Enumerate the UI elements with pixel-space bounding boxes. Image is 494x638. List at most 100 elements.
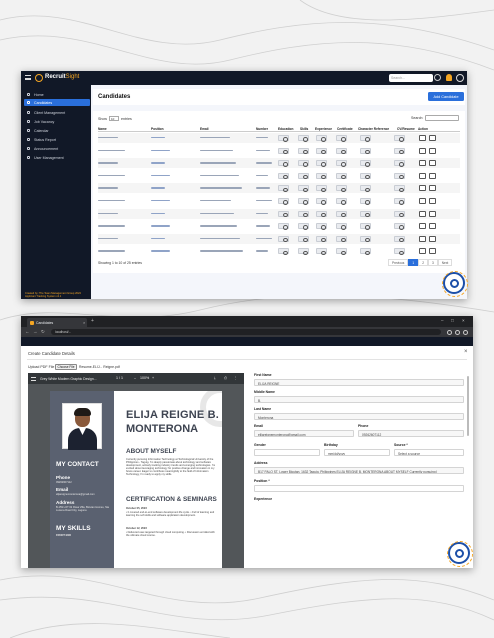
view-icon[interactable] bbox=[298, 223, 309, 230]
new-tab-icon[interactable]: + bbox=[91, 318, 94, 324]
view-icon[interactable] bbox=[278, 210, 289, 218]
edit-icon[interactable] bbox=[419, 147, 426, 154]
view-icon[interactable] bbox=[336, 172, 347, 180]
col-experience[interactable]: Experience bbox=[315, 127, 332, 131]
chat-badge-icon[interactable] bbox=[447, 541, 473, 567]
add-candidate-button[interactable]: Add Candidate bbox=[428, 92, 464, 101]
maximize-icon[interactable]: □ bbox=[451, 318, 454, 323]
zoom-out-icon[interactable]: – bbox=[134, 376, 136, 380]
edit-icon[interactable] bbox=[419, 172, 426, 179]
archive-icon[interactable] bbox=[429, 248, 436, 255]
middle-name-field[interactable]: B. bbox=[254, 396, 464, 403]
view-icon[interactable] bbox=[316, 210, 327, 218]
view-icon[interactable] bbox=[316, 248, 327, 256]
more-icon[interactable]: ⋮ bbox=[234, 376, 238, 380]
view-icon[interactable] bbox=[360, 185, 371, 193]
view-icon[interactable] bbox=[394, 235, 405, 243]
sidebar-item-job-vacancy[interactable]: Job Vacancy bbox=[24, 118, 90, 125]
view-icon[interactable] bbox=[336, 147, 347, 155]
edit-icon[interactable] bbox=[419, 185, 426, 192]
view-icon[interactable] bbox=[298, 235, 309, 243]
view-icon[interactable] bbox=[316, 198, 327, 205]
view-icon[interactable] bbox=[360, 172, 371, 180]
page-2[interactable]: 2 bbox=[418, 258, 428, 266]
view-icon[interactable] bbox=[278, 235, 289, 243]
view-icon[interactable] bbox=[298, 135, 309, 142]
view-icon[interactable] bbox=[394, 135, 405, 142]
archive-icon[interactable] bbox=[429, 147, 436, 154]
edit-icon[interactable] bbox=[419, 223, 426, 230]
col-number[interactable]: Number bbox=[256, 127, 268, 131]
col-action[interactable]: Action bbox=[418, 127, 428, 131]
view-icon[interactable] bbox=[394, 147, 405, 155]
view-icon[interactable] bbox=[316, 160, 327, 167]
edit-icon[interactable] bbox=[419, 235, 426, 242]
avatar[interactable] bbox=[456, 74, 464, 82]
col-cv-resume[interactable]: CV/Resume bbox=[397, 127, 415, 131]
phone-field[interactable]: 09262607112 bbox=[358, 430, 464, 437]
sidebar-item-home[interactable]: Home bbox=[24, 91, 90, 98]
reload-icon[interactable]: ↻ bbox=[41, 329, 45, 335]
page-1[interactable]: 1 bbox=[408, 258, 419, 266]
view-icon[interactable] bbox=[360, 147, 371, 155]
col-education[interactable]: Education bbox=[278, 127, 293, 131]
menu-icon[interactable] bbox=[25, 75, 31, 80]
view-icon[interactable] bbox=[336, 185, 347, 193]
archive-icon[interactable] bbox=[429, 172, 436, 179]
view-icon[interactable] bbox=[394, 210, 405, 218]
last-name-field[interactable]: Monterona bbox=[254, 413, 464, 420]
view-icon[interactable] bbox=[316, 135, 327, 142]
edit-icon[interactable] bbox=[419, 135, 426, 141]
close-icon[interactable]: × bbox=[464, 349, 468, 355]
gender-select[interactable] bbox=[254, 449, 320, 456]
page-3[interactable]: 3 bbox=[427, 258, 438, 266]
first-name-field[interactable]: ELIJA REIGNE bbox=[254, 379, 464, 386]
birthday-field[interactable]: mm/dd/yyyy bbox=[324, 449, 390, 456]
view-icon[interactable] bbox=[394, 185, 405, 193]
view-icon[interactable] bbox=[360, 210, 371, 218]
sidebar-item-announcement[interactable]: Announcement bbox=[24, 145, 90, 152]
view-icon[interactable] bbox=[298, 185, 309, 193]
archive-icon[interactable] bbox=[429, 235, 436, 242]
minimize-icon[interactable]: – bbox=[441, 318, 444, 323]
pdf-menu-icon[interactable] bbox=[31, 376, 36, 381]
col-certificate[interactable]: Certificate bbox=[337, 127, 353, 131]
sidebar-item-calendar[interactable]: Calendar bbox=[24, 127, 90, 134]
view-icon[interactable] bbox=[278, 147, 289, 155]
col-position[interactable]: Position bbox=[151, 127, 164, 131]
view-icon[interactable] bbox=[316, 172, 327, 180]
view-icon[interactable] bbox=[278, 185, 289, 193]
view-icon[interactable] bbox=[360, 223, 371, 230]
view-icon[interactable] bbox=[336, 135, 347, 142]
archive-icon[interactable] bbox=[429, 223, 436, 230]
edit-icon[interactable] bbox=[419, 160, 426, 167]
close-tab-icon[interactable]: × bbox=[83, 320, 85, 325]
view-icon[interactable] bbox=[336, 160, 347, 167]
profile-icon[interactable] bbox=[455, 329, 460, 335]
col-name[interactable]: Name bbox=[98, 127, 107, 131]
view-icon[interactable] bbox=[278, 248, 289, 256]
archive-icon[interactable] bbox=[429, 198, 436, 204]
view-icon[interactable] bbox=[336, 248, 347, 256]
view-icon[interactable] bbox=[278, 198, 289, 205]
view-icon[interactable] bbox=[394, 160, 405, 167]
sidebar-item-user-management[interactable]: User Management bbox=[24, 154, 90, 161]
choose-file-button[interactable]: Choose File bbox=[55, 364, 77, 370]
view-icon[interactable] bbox=[278, 223, 289, 230]
back-icon[interactable]: ← bbox=[25, 329, 30, 334]
page-previous[interactable]: Previous bbox=[388, 258, 409, 266]
view-icon[interactable] bbox=[298, 147, 309, 155]
view-icon[interactable] bbox=[360, 235, 371, 243]
sidebar-item-status-report[interactable]: Status Report bbox=[24, 136, 90, 143]
global-search-input[interactable]: Search... bbox=[389, 74, 433, 82]
download-icon[interactable]: ⤓ bbox=[214, 376, 216, 380]
view-icon[interactable] bbox=[394, 248, 405, 256]
view-icon[interactable] bbox=[336, 223, 347, 230]
view-icon[interactable] bbox=[316, 223, 327, 230]
view-icon[interactable] bbox=[298, 160, 309, 167]
view-icon[interactable] bbox=[316, 185, 327, 193]
view-icon[interactable] bbox=[336, 198, 347, 205]
browser-tab[interactable]: Candidates × bbox=[27, 318, 87, 327]
position-select[interactable] bbox=[254, 485, 464, 492]
source-select[interactable]: Select a source bbox=[394, 449, 464, 456]
